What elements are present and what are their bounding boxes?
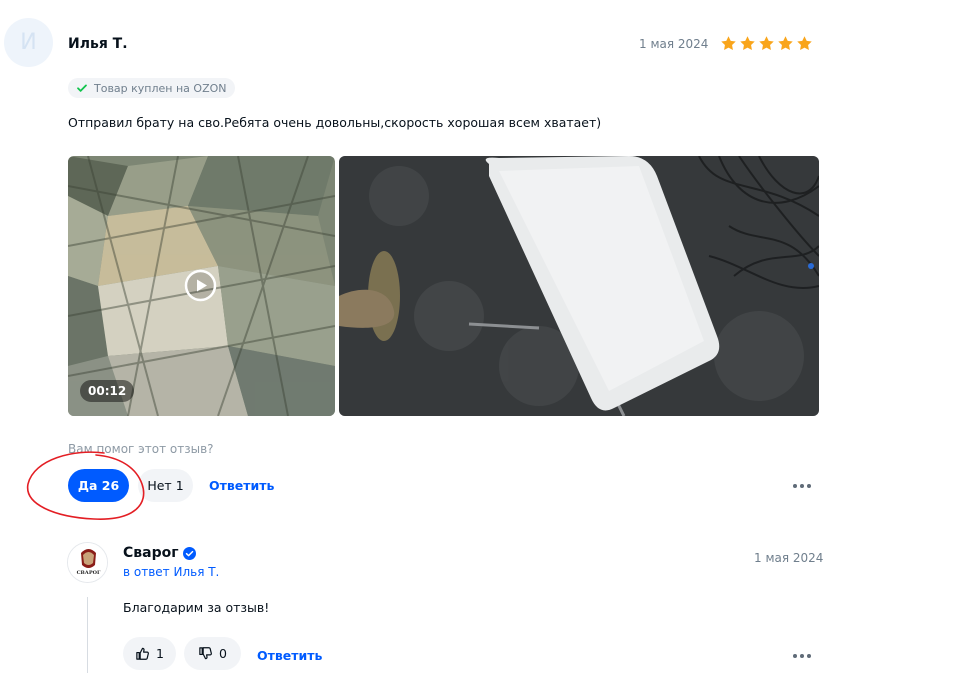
dislike-count: 0	[219, 646, 227, 661]
verified-icon	[183, 547, 196, 560]
check-icon	[77, 84, 87, 92]
thread-line	[87, 597, 88, 673]
star-icon	[797, 36, 812, 51]
rating-stars	[720, 35, 813, 52]
star-icon	[778, 36, 793, 51]
review-author[interactable]: Илья Т.	[68, 36, 128, 52]
seller-reply-date: 1 мая 2024	[754, 551, 824, 565]
video-duration: 00:12	[80, 380, 135, 402]
like-button[interactable]: 1	[123, 637, 176, 670]
star-icon	[740, 36, 755, 51]
seller-reply-text: Благодарим за отзыв!	[123, 600, 270, 615]
star-icon	[721, 36, 736, 51]
purchase-badge: Товар куплен на OZON	[68, 78, 235, 98]
seller-logo[interactable]: СВАРОГ	[67, 542, 108, 583]
more-icon[interactable]	[793, 481, 817, 491]
helpful-no-button[interactable]: Нет 1	[138, 469, 193, 502]
review-date: 1 мая 2024	[639, 37, 709, 51]
review-photo[interactable]	[339, 156, 819, 416]
dislike-button[interactable]: 0	[184, 637, 241, 670]
like-count: 1	[156, 646, 164, 661]
seller-logo-text: СВАРОГ	[77, 570, 101, 576]
thumb-up-icon	[136, 647, 149, 660]
thumb-down-icon	[199, 647, 212, 660]
review-text: Отправил брату на сво.Ребята очень довол…	[68, 115, 602, 130]
star-icon	[759, 36, 774, 51]
helpful-yes-button[interactable]: Да 26	[68, 469, 129, 502]
play-icon[interactable]	[184, 269, 217, 302]
purchase-badge-label: Товар куплен на OZON	[94, 81, 227, 95]
avatar: И	[4, 18, 53, 67]
seller-reply-button[interactable]: Ответить	[257, 648, 322, 663]
helpful-question: Вам помог этот отзыв?	[68, 442, 214, 456]
reply-button[interactable]: Ответить	[209, 478, 274, 493]
more-icon[interactable]	[793, 651, 817, 661]
in-reply-to[interactable]: в ответ Илья Т.	[123, 565, 219, 579]
seller-name[interactable]: Сварог	[123, 545, 179, 561]
